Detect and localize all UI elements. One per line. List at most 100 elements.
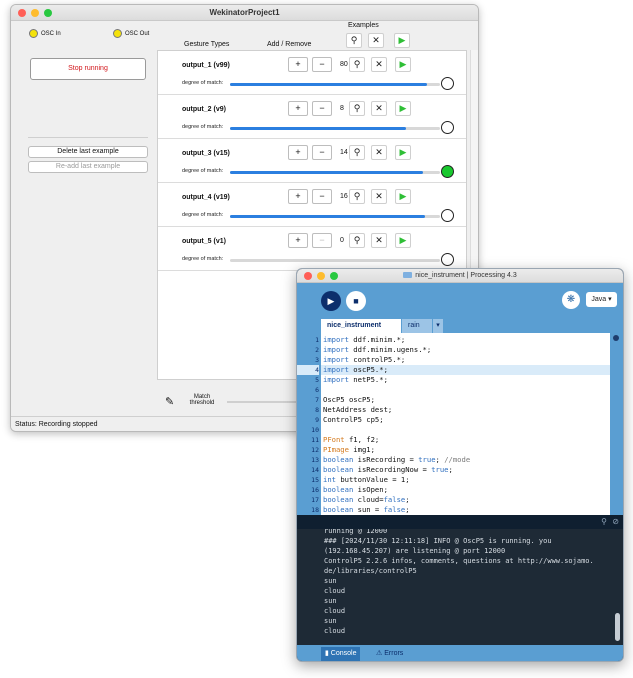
add-example-button[interactable]: + — [288, 101, 308, 116]
degree-of-match-fill — [230, 171, 424, 174]
stop-running-button[interactable]: Stop running — [30, 58, 146, 80]
minimize-dot-icon[interactable] — [317, 272, 325, 280]
example-count: 80 — [340, 61, 348, 68]
match-indicator-icon — [441, 209, 454, 222]
delete-last-example-button[interactable]: Delete last example — [28, 146, 148, 158]
console-line: ControlP5 2.2.6 infos, comments, questio… — [324, 557, 594, 565]
code-line[interactable]: import ddf.minim.*; — [321, 335, 610, 345]
search-all-icon[interactable]: ⚲ — [346, 33, 362, 48]
code-text-area[interactable]: import ddf.minim.*; import ddf.minim.ugen… — [321, 333, 610, 515]
code-line[interactable]: boolean isRecordingNow = true; — [321, 465, 610, 475]
play-icon[interactable]: ▶ — [395, 233, 411, 248]
example-count: 16 — [340, 193, 348, 200]
degree-of-match-bar — [230, 259, 440, 262]
threshold-slider[interactable] — [227, 401, 307, 403]
pencil-icon[interactable]: ✎ — [165, 395, 174, 408]
line-number: 3 — [315, 356, 319, 364]
console-tab[interactable]: ▮ Console — [321, 647, 361, 661]
code-editor[interactable]: 1 2 3 4 5 6 7 8 9 10 11 12 13 14 15 16 17 18 import ddf.m… — [297, 333, 623, 515]
line-number: 9 — [315, 416, 319, 424]
zoom-dot-icon[interactable] — [44, 9, 52, 17]
console-scrollbar[interactable] — [615, 613, 620, 641]
console-line: sun — [324, 597, 337, 605]
debug-icon[interactable]: ❋ — [562, 291, 580, 309]
degree-of-match-fill — [230, 83, 428, 86]
osc-in-indicator: OSC In — [29, 29, 61, 38]
add-example-button[interactable]: + — [288, 57, 308, 72]
remove-example-button[interactable]: − — [312, 101, 332, 116]
sketch-tabs: nice_instrument rain ▾ — [297, 319, 623, 333]
delete-icon[interactable]: ✕ — [371, 189, 387, 204]
code-line[interactable]: OscP5 oscP5; — [321, 395, 610, 405]
errors-tab[interactable]: ⚠ Errors — [372, 647, 407, 661]
degree-of-match-label: degree of match: — [182, 80, 224, 86]
code-line[interactable] — [321, 425, 610, 435]
add-example-button[interactable]: + — [288, 189, 308, 204]
delete-icon[interactable]: ✕ — [371, 101, 387, 116]
code-line[interactable]: import controlP5.*; — [321, 355, 610, 365]
play-icon[interactable]: ▶ — [395, 57, 411, 72]
code-line[interactable]: PImage img1; — [321, 445, 610, 455]
remove-example-button[interactable]: − — [312, 145, 332, 160]
code-line[interactable]: boolean isRecording = true; //mode — [321, 455, 610, 465]
errors-tab-label: Errors — [384, 650, 404, 657]
tab-rain[interactable]: rain — [402, 319, 432, 333]
degree-of-match-bar — [230, 127, 440, 130]
degree-of-match-bar — [230, 83, 440, 86]
remove-example-button[interactable]: − — [312, 57, 332, 72]
search-icon[interactable]: ⚲ — [349, 145, 365, 160]
code-line[interactable]: PFont f1, f2; — [321, 435, 610, 445]
console-line: cloud — [324, 627, 346, 635]
match-indicator-icon — [441, 77, 454, 90]
search-icon[interactable]: ⚲ — [349, 189, 365, 204]
output-name: output_1 (v99) — [182, 62, 230, 69]
play-icon[interactable]: ▶ — [395, 145, 411, 160]
line-number: 11 — [311, 436, 319, 444]
search-icon[interactable]: ⚲ — [601, 517, 607, 526]
console-output: running @ 12000 ### [2024/11/30 12:11:18]… — [297, 529, 623, 645]
search-icon[interactable]: ⚲ — [349, 233, 365, 248]
remove-example-button[interactable]: − — [312, 233, 332, 248]
run-icon[interactable]: ▶ — [321, 291, 341, 311]
code-line[interactable]: boolean isOpen; — [321, 485, 610, 495]
editor-scrollbar[interactable] — [610, 333, 623, 515]
code-line[interactable] — [321, 385, 610, 395]
clear-console-icon[interactable]: ⊘ — [612, 517, 619, 526]
mode-selector[interactable]: Java ▾ — [586, 292, 617, 307]
output-name: output_2 (v9) — [182, 106, 226, 113]
play-icon[interactable]: ▶ — [395, 101, 411, 116]
delete-icon[interactable]: ✕ — [371, 145, 387, 160]
code-line[interactable]: NetAddress dest; — [321, 405, 610, 415]
delete-all-icon[interactable]: ✕ — [368, 33, 384, 48]
stop-icon[interactable]: ■ — [346, 291, 366, 311]
add-example-button[interactable]: + — [288, 145, 308, 160]
code-line[interactable]: int buttonValue = 1; — [321, 475, 610, 485]
delete-icon[interactable]: ✕ — [371, 57, 387, 72]
delete-icon[interactable]: ✕ — [371, 233, 387, 248]
play-icon[interactable]: ▶ — [395, 189, 411, 204]
console-line: sun — [324, 577, 337, 585]
output-row: output_1 (v99) + − 80 ⚲ ✕ ▶ degree of match: — [158, 51, 466, 95]
code-line[interactable]: import netP5.*; — [321, 375, 610, 385]
match-indicator-icon — [441, 121, 454, 134]
close-dot-icon[interactable] — [18, 9, 26, 17]
console-line: ### [2024/11/30 12:11:18] INFO @ OscP5 i… — [324, 537, 552, 545]
tab-menu-chevron-icon[interactable]: ▾ — [433, 319, 443, 333]
add-example-button[interactable]: + — [288, 233, 308, 248]
minimize-dot-icon[interactable] — [31, 9, 39, 17]
readd-last-example-button[interactable]: Re-add last example — [28, 161, 148, 173]
code-line[interactable]: import ddf.minim.ugens.*; — [321, 345, 610, 355]
code-line[interactable]: boolean sun = false; — [321, 505, 610, 515]
play-all-icon[interactable]: ▶ — [394, 33, 410, 48]
code-line[interactable]: import oscP5.*; — [321, 365, 610, 375]
zoom-dot-icon[interactable] — [330, 272, 338, 280]
code-line[interactable]: boolean cloud=false; — [321, 495, 610, 505]
close-dot-icon[interactable] — [304, 272, 312, 280]
search-icon[interactable]: ⚲ — [349, 101, 365, 116]
line-number: 16 — [311, 486, 319, 494]
editor-scroll-thumb[interactable] — [613, 335, 619, 341]
search-icon[interactable]: ⚲ — [349, 57, 365, 72]
remove-example-button[interactable]: − — [312, 189, 332, 204]
code-line[interactable]: ControlP5 cp5; — [321, 415, 610, 425]
tab-nice-instrument[interactable]: nice_instrument — [321, 319, 401, 333]
